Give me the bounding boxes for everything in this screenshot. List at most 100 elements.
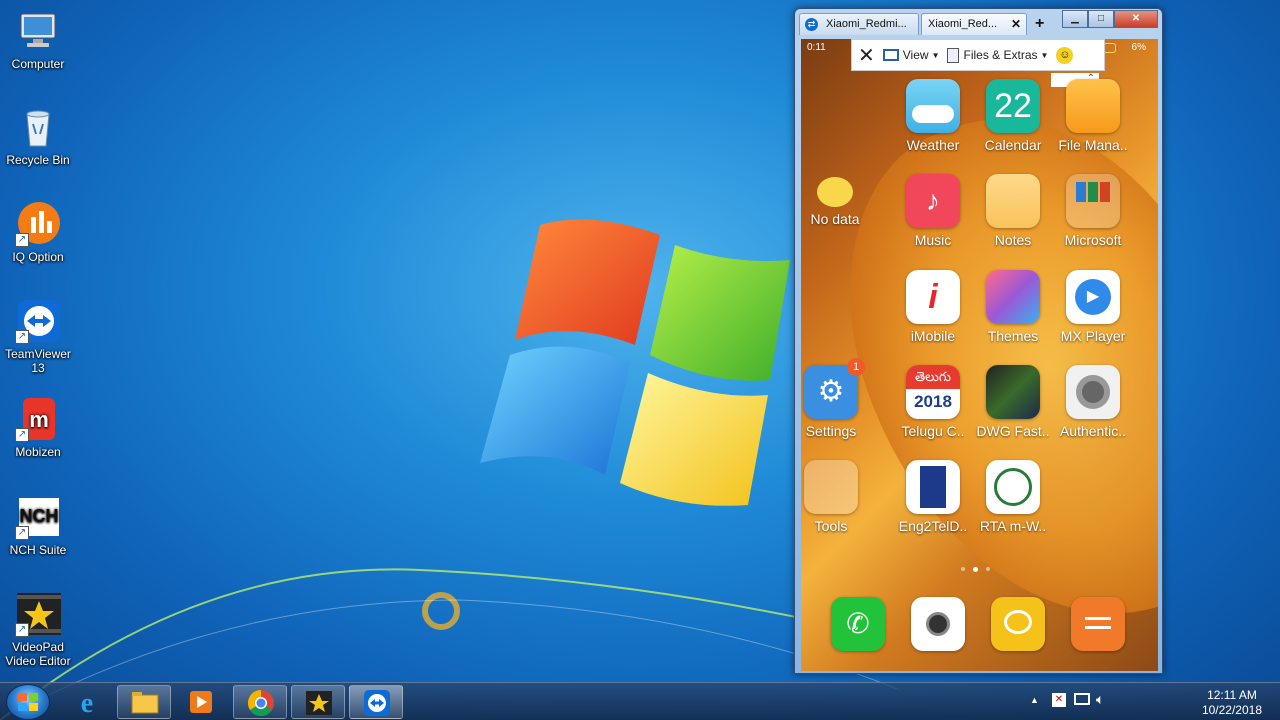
svg-text:NCH: NCH bbox=[20, 506, 59, 526]
recycle-bin-icon bbox=[15, 104, 61, 150]
files-extras-menu[interactable]: Files & Extras ▼ bbox=[947, 47, 1049, 63]
weather-icon bbox=[906, 79, 960, 133]
network-icon[interactable] bbox=[1074, 693, 1090, 705]
tab-session-2[interactable]: Xiaomi_Red... ✕ bbox=[921, 13, 1027, 35]
telugu-calendar-icon: తెలుగు 2018 bbox=[906, 365, 960, 419]
dictionary-icon bbox=[906, 460, 960, 514]
show-hidden-icons-icon[interactable]: ▲ bbox=[1030, 695, 1039, 705]
rta-seal-icon bbox=[986, 460, 1040, 514]
desktop-icon-label: IQ Option bbox=[12, 250, 64, 264]
battery-percent: 6% bbox=[1131, 42, 1146, 53]
close-tab-icon[interactable]: ✕ bbox=[1011, 17, 1021, 31]
desktop-icon-label: VideoPad Video Editor bbox=[5, 640, 71, 668]
app-notes[interactable]: Notes bbox=[973, 174, 1053, 248]
cloud-sun-icon bbox=[817, 177, 853, 207]
chrome-icon[interactable] bbox=[233, 685, 287, 719]
dwg-fastview-icon bbox=[986, 365, 1040, 419]
shortcut-arrow-icon: ↗ bbox=[15, 526, 29, 540]
desktop-icon-videopad[interactable]: ↗ VideoPad Video Editor bbox=[2, 591, 74, 668]
monitor-icon bbox=[882, 49, 899, 61]
desktop-icon-nch-suite[interactable]: NCH ↗ NCH Suite bbox=[2, 494, 74, 557]
folder-icon bbox=[1066, 79, 1120, 133]
desktop-icon-label: TeamViewer 13 bbox=[5, 347, 71, 375]
windows-flag-icon bbox=[18, 693, 38, 711]
minimize-button[interactable]: ▁ bbox=[1062, 10, 1088, 28]
new-tab-button[interactable]: + bbox=[1035, 15, 1044, 33]
app-weather[interactable]: Weather bbox=[893, 79, 973, 153]
iq-option-icon: ↗ bbox=[15, 201, 61, 247]
internet-explorer-icon[interactable]: e bbox=[60, 685, 114, 719]
app-mx-player[interactable]: ▶ MX Player bbox=[1053, 270, 1133, 344]
chevron-down-icon: ▼ bbox=[1040, 50, 1049, 60]
close-button[interactable]: ✕ bbox=[1114, 10, 1158, 28]
media-player-icon[interactable] bbox=[174, 685, 228, 719]
teamviewer-window[interactable]: ⇄ Xiaomi_Redmi... Xiaomi_Red... ✕ + ▁ □ … bbox=[794, 8, 1163, 674]
app-imobile[interactable]: i iMobile bbox=[893, 270, 973, 344]
app-calendar[interactable]: 22 Calendar bbox=[973, 79, 1053, 153]
app-rta-mwallet[interactable]: RTA m-W.. bbox=[973, 460, 1053, 534]
app-themes[interactable]: Themes bbox=[973, 270, 1053, 344]
authenticator-icon bbox=[1066, 365, 1120, 419]
camera-app-icon[interactable] bbox=[911, 597, 965, 651]
app-music[interactable]: ♪ Music bbox=[893, 174, 973, 248]
desktop-icon-computer[interactable]: Computer bbox=[2, 8, 74, 71]
themes-icon bbox=[986, 270, 1040, 324]
teamviewer-toolbar: ✕ View ▼ Files & Extras ▼ ☺ bbox=[851, 39, 1105, 71]
notification-badge: 1 bbox=[847, 358, 865, 376]
view-menu[interactable]: View ▼ bbox=[882, 48, 940, 62]
close-session-button[interactable]: ✕ bbox=[858, 43, 875, 68]
videopad-icon: ↗ bbox=[15, 591, 61, 637]
music-icon: ♪ bbox=[906, 174, 960, 228]
start-button[interactable] bbox=[6, 684, 50, 720]
notes-icon bbox=[986, 174, 1040, 228]
mx-player-icon: ▶ bbox=[1066, 270, 1120, 324]
status-time: 0:11 bbox=[807, 42, 826, 53]
weather-widget[interactable]: No data bbox=[805, 177, 865, 227]
tab-bar: ⇄ Xiaomi_Redmi... Xiaomi_Red... ✕ + bbox=[799, 11, 1052, 37]
system-tray: ▲ ✕ 🔈︎ 12:11 AM 10/22/2018 bbox=[1030, 683, 1280, 720]
tools-folder-icon bbox=[804, 460, 858, 514]
calendar-icon: 22 bbox=[986, 79, 1040, 133]
teamviewer-icon: ⇄ bbox=[805, 18, 818, 31]
app-telugu-calendar[interactable]: తెలుగు 2018 Telugu C.. bbox=[893, 365, 973, 439]
teamviewer-icon[interactable] bbox=[349, 685, 403, 719]
app-authenticator[interactable]: Authentic.. bbox=[1053, 365, 1133, 439]
file-icon bbox=[947, 47, 960, 63]
teamviewer-icon: ↗ bbox=[15, 298, 61, 344]
svg-text:e: e bbox=[81, 688, 93, 719]
file-explorer-icon[interactable] bbox=[117, 685, 171, 719]
desktop-icon-label: NCH Suite bbox=[9, 543, 67, 557]
tab-session-1[interactable]: ⇄ Xiaomi_Redmi... bbox=[799, 13, 919, 35]
feedback-smiley-icon[interactable]: ☺ bbox=[1056, 46, 1074, 64]
computer-icon bbox=[15, 8, 61, 54]
action-center-flag-icon[interactable]: ✕ bbox=[1052, 693, 1066, 707]
maximize-button[interactable]: □ bbox=[1088, 10, 1114, 28]
app-drawer-icon[interactable] bbox=[1071, 597, 1125, 651]
remote-phone-screen[interactable]: 0:11 6% ✕ View ▼ Files & Extras ▼ ☺ ⌃ No… bbox=[801, 39, 1158, 671]
desktop-icon-label: Recycle Bin bbox=[6, 153, 70, 167]
window-controls: ▁ □ ✕ bbox=[1062, 10, 1158, 28]
mobizen-icon: m ↗ bbox=[15, 396, 61, 442]
desktop-icon-recycle-bin[interactable]: Recycle Bin bbox=[2, 104, 74, 167]
app-dwg-fastview[interactable]: DWG Fast.. bbox=[973, 365, 1053, 439]
app-microsoft-folder[interactable]: Microsoft bbox=[1053, 174, 1133, 248]
app-eng2tel-dictionary[interactable]: Eng2TelD.. bbox=[893, 460, 973, 534]
shortcut-arrow-icon: ↗ bbox=[15, 330, 29, 344]
svg-text:m: m bbox=[29, 407, 49, 432]
volume-icon[interactable]: 🔈︎ bbox=[1096, 691, 1104, 708]
imobile-icon: i bbox=[906, 270, 960, 324]
videopad-icon[interactable] bbox=[291, 685, 345, 719]
chevron-down-icon: ▼ bbox=[931, 50, 940, 60]
clock-time: 12:11 AM bbox=[1207, 688, 1257, 702]
clock[interactable]: 12:11 AM 10/22/2018 bbox=[1202, 688, 1262, 718]
app-file-manager[interactable]: File Mana.. bbox=[1053, 79, 1133, 153]
app-tools-folder[interactable]: Tools bbox=[801, 460, 871, 534]
clock-date: 10/22/2018 bbox=[1201, 703, 1262, 717]
desktop-icon-mobizen[interactable]: m ↗ Mobizen bbox=[2, 396, 74, 459]
desktop-icon-iq-option[interactable]: ↗ IQ Option bbox=[2, 201, 74, 264]
phone-app-icon[interactable]: ✆ bbox=[831, 597, 885, 651]
app-settings[interactable]: ⚙ 1 Settings bbox=[801, 358, 871, 439]
desktop-icon-teamviewer[interactable]: ↗ TeamViewer 13 bbox=[2, 298, 74, 375]
nch-suite-icon: NCH ↗ bbox=[15, 494, 61, 540]
messaging-app-icon[interactable] bbox=[991, 597, 1045, 651]
